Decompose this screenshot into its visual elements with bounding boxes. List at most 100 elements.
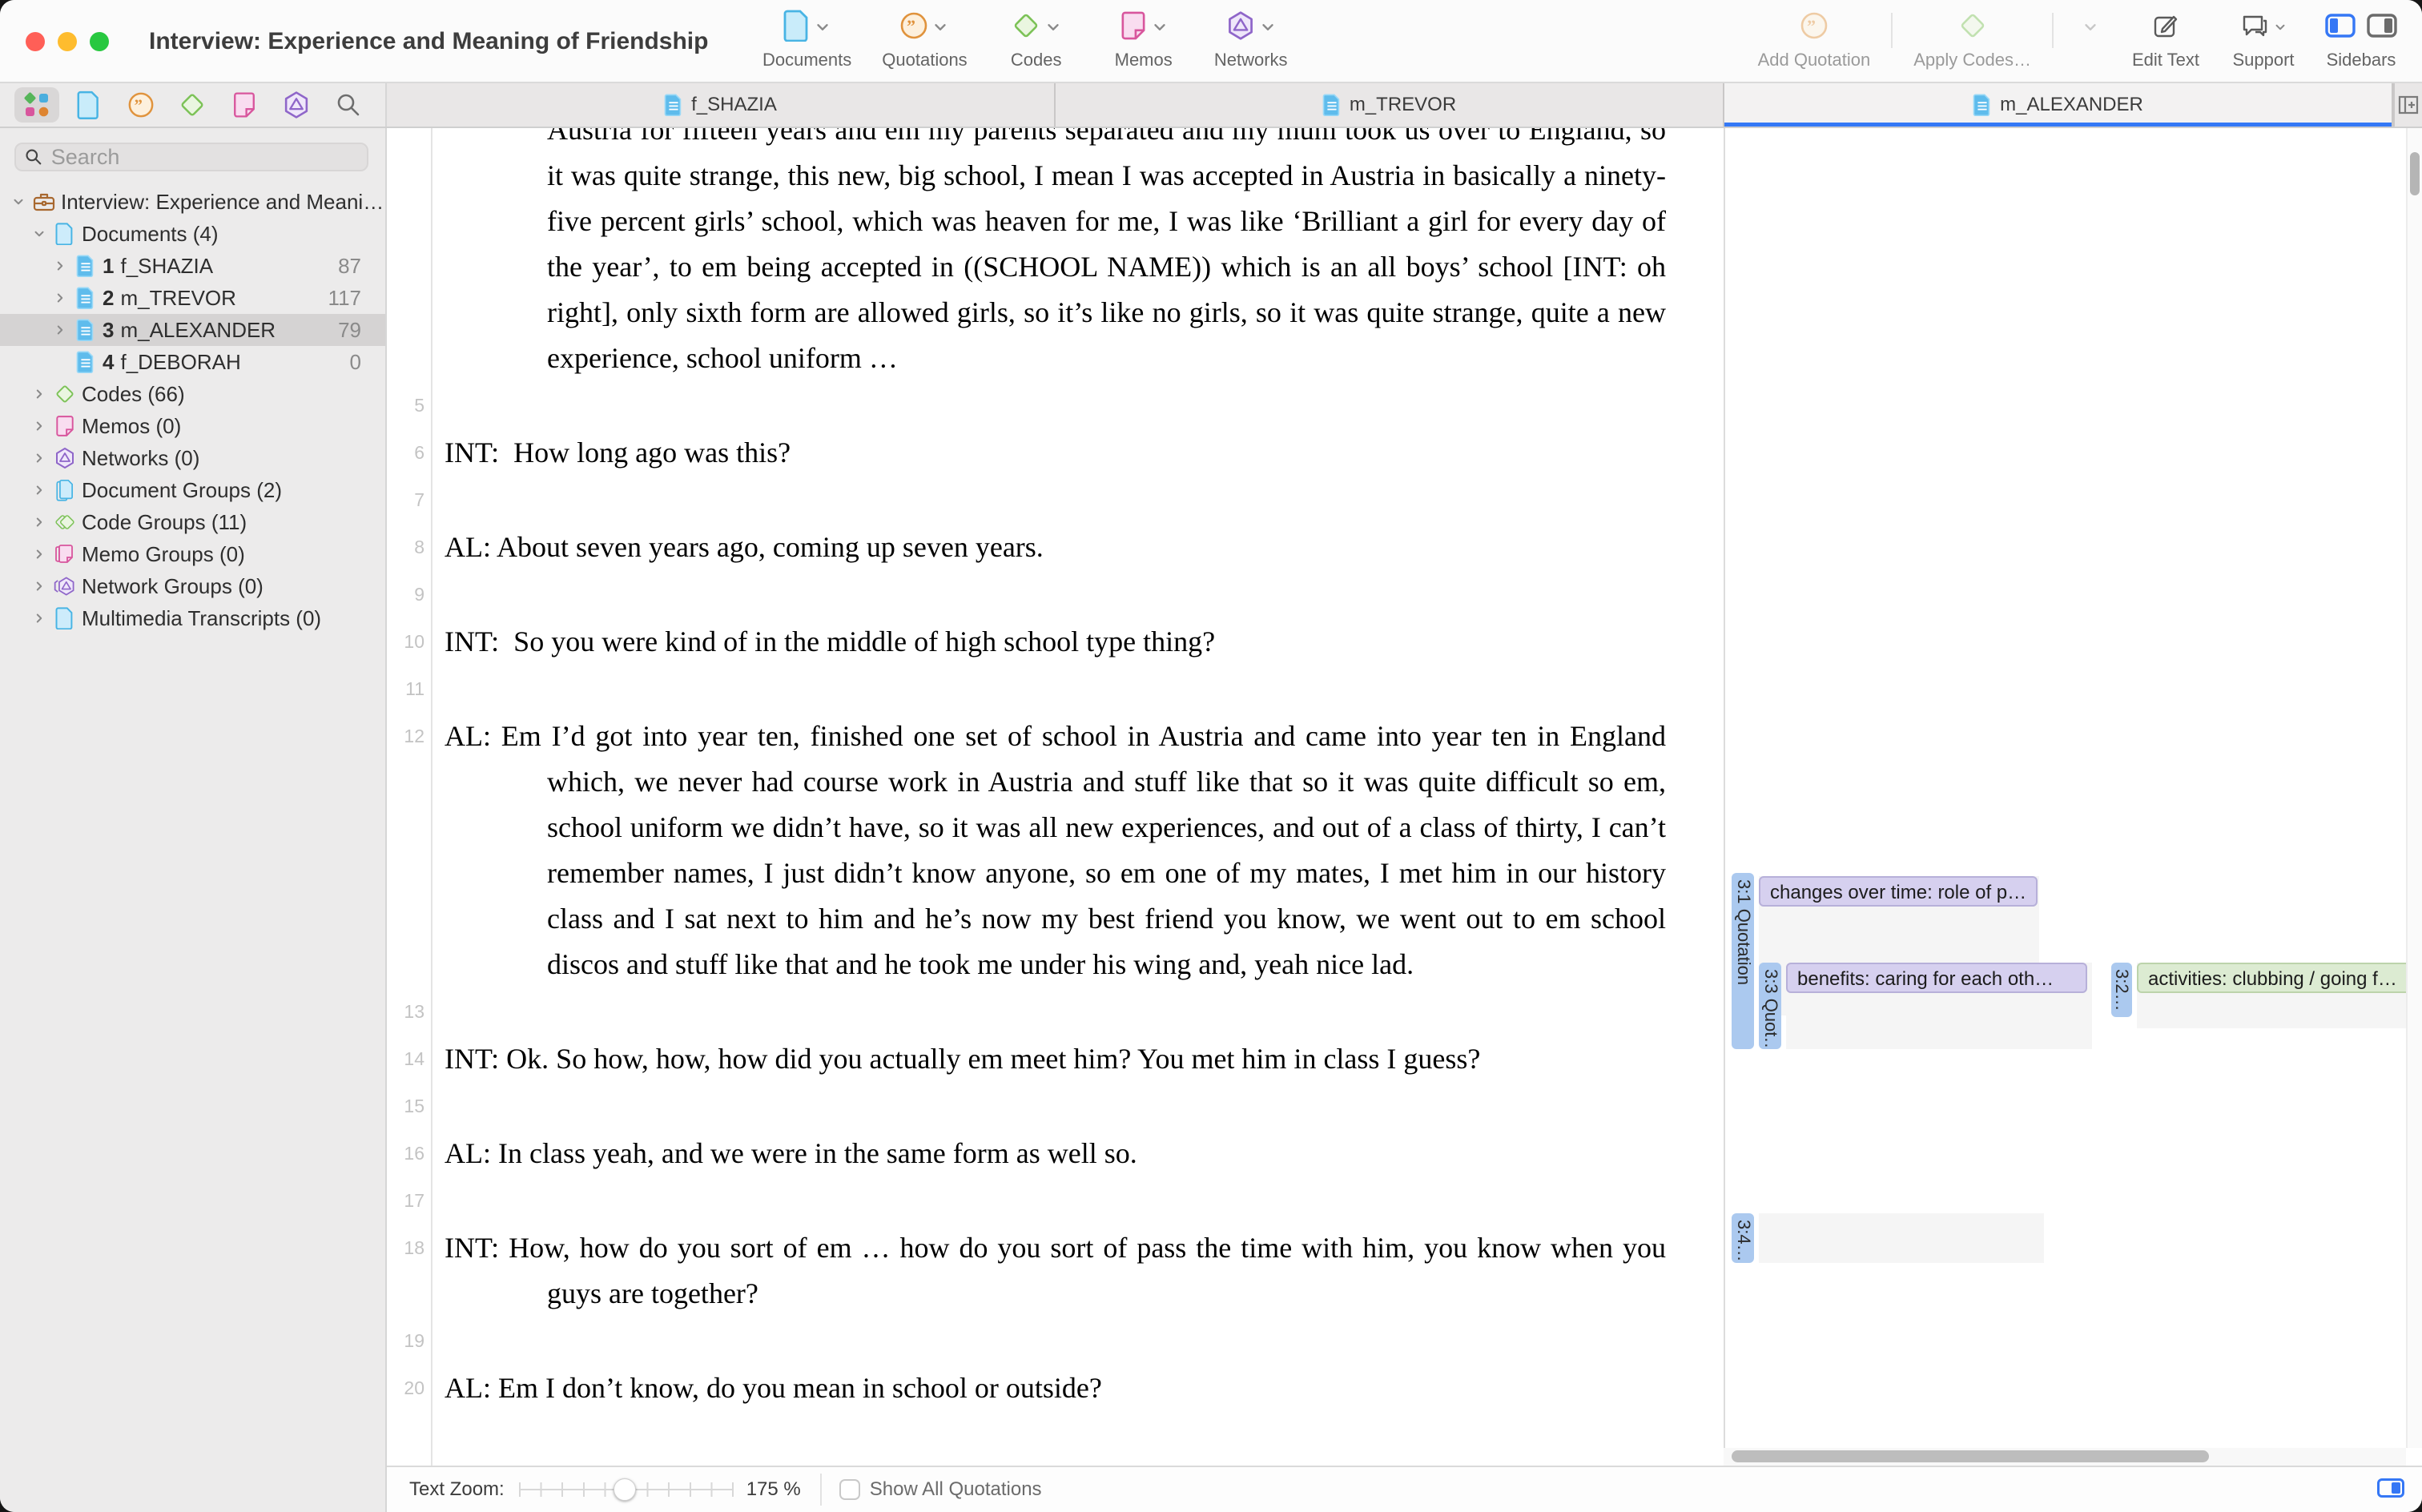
slider-knob[interactable] <box>614 1478 636 1501</box>
text-zoom-slider[interactable] <box>519 1478 734 1502</box>
edit-text-button[interactable]: Edit Text <box>2127 6 2204 70</box>
quotation-bar-3-2[interactable]: 3:2… <box>2111 963 2132 1017</box>
split-view-button[interactable] <box>2393 83 2422 127</box>
tree-item-label: Documents (4) <box>82 222 219 247</box>
document-icon <box>77 90 101 119</box>
tree-item-documents[interactable]: Documents (4) <box>0 218 385 250</box>
chevron-right-icon <box>53 291 67 305</box>
code-label-activities-clubbing[interactable]: activities: clubbing / going f… <box>2137 963 2412 993</box>
tree-item-doc-3-selected[interactable]: 3 m_ALEXANDER 79 <box>0 314 385 346</box>
search-input[interactable] <box>50 144 359 171</box>
window-title: Interview: Experience and Meaning of Fri… <box>149 0 708 83</box>
documents-sidebar-tab-button[interactable] <box>66 87 111 123</box>
paragraph: 12AL: Em I’d got into year ten, finished… <box>387 714 1724 987</box>
tree-item-memo-groups[interactable]: Memo Groups (0) <box>0 538 385 570</box>
networks-sidebar-tab-button[interactable] <box>274 87 319 123</box>
quotations-button[interactable]: ” Quotations <box>882 6 967 70</box>
svg-text:”: ” <box>907 16 915 36</box>
network-group-icon <box>50 575 80 597</box>
toolbar-left-group: Documents ” Quotations Codes <box>762 6 1289 70</box>
tree-item-doc-1[interactable]: 1 f_SHAZIA 87 <box>0 250 385 282</box>
code-diamond-icon <box>1957 10 1988 45</box>
minimize-window-button[interactable] <box>58 32 77 51</box>
chevron-right-icon <box>32 579 46 593</box>
svg-text:”: ” <box>134 97 142 115</box>
quotation-count: 79 <box>338 318 385 343</box>
add-quotation-button[interactable]: ” Add Quotation <box>1758 6 1871 70</box>
project-explorer-tab-button[interactable] <box>14 87 59 123</box>
quotation-bar-3-4[interactable]: 3:4… <box>1732 1213 1754 1263</box>
memo-group-icon <box>50 543 80 565</box>
tree-item-network-groups[interactable]: Network Groups (0) <box>0 570 385 602</box>
network-icon <box>50 447 80 469</box>
paragraph: 11 <box>387 666 1724 712</box>
document-text-icon <box>70 319 101 341</box>
tree-item-codes[interactable]: Codes (66) <box>0 378 385 410</box>
tree-item-multimedia-transcripts[interactable]: Multimedia Transcripts (0) <box>0 602 385 634</box>
quotation-bar-3-1[interactable]: 3:1 Quotation <box>1732 873 1754 1049</box>
memos-button-label: Memos <box>1115 50 1173 70</box>
tree-item-label: Networks (0) <box>82 446 199 471</box>
text-zoom-value: 175 % <box>746 1478 801 1501</box>
project-explorer-sidebar: Interview: Experience and Meaning… Docum… <box>0 128 387 1512</box>
show-all-quotations-checkbox[interactable] <box>839 1479 860 1500</box>
documents-button[interactable]: Documents <box>762 6 851 70</box>
tree-item-code-groups[interactable]: Code Groups (11) <box>0 506 385 538</box>
chevron-down-icon <box>2082 18 2099 36</box>
support-button[interactable]: Support <box>2225 6 2302 70</box>
document-text-icon <box>70 351 101 373</box>
horizontal-scrollbar-thumb[interactable] <box>1732 1450 2209 1462</box>
tab-m-alexander[interactable]: m_ALEXANDER <box>1724 83 2393 127</box>
tree-item-memos[interactable]: Memos (0) <box>0 410 385 442</box>
tree-item-doc-2[interactable]: 2 m_TREVOR 117 <box>0 282 385 314</box>
memos-button[interactable]: Memos <box>1105 6 1182 70</box>
text-zoom-label: Text Zoom: <box>409 1478 505 1501</box>
codes-button-label: Codes <box>1011 50 1062 70</box>
tab-f-shazia[interactable]: f_SHAZIA <box>387 83 1056 127</box>
tab-label: f_SHAZIA <box>691 94 777 116</box>
paragraph: Austria for fifteen years and em my pare… <box>387 128 1724 381</box>
apply-codes-dropdown-button[interactable] <box>2074 6 2106 70</box>
tab-m-trevor[interactable]: m_TREVOR <box>1056 83 1724 127</box>
paragraph: 19 <box>387 1318 1724 1364</box>
apply-codes-button[interactable]: Apply Codes… <box>1913 6 2031 70</box>
toolbar-separator <box>2052 13 2054 48</box>
toolbar-right-group: ” Add Quotation Apply Codes… <box>1758 6 2400 70</box>
tree-item-label: Document Groups (2) <box>82 478 282 503</box>
code-label-benefits-caring[interactable]: benefits: caring for each oth… <box>1786 963 2087 993</box>
paragraph: 9 <box>387 572 1724 617</box>
tree-item-label: Code Groups (11) <box>82 510 247 535</box>
support-label: Support <box>2232 50 2294 70</box>
document-text: Austria for fifteen years and em my pare… <box>387 128 1724 1460</box>
quotation-bar-3-3[interactable]: 3:3 Quot… <box>1759 963 1781 1049</box>
networks-button[interactable]: Networks <box>1213 6 1289 70</box>
doc-name: f_DEBORAH <box>120 350 240 375</box>
tree-item-document-groups[interactable]: Document Groups (2) <box>0 474 385 506</box>
doc-number: 1 <box>103 254 114 279</box>
document-icon <box>50 607 80 629</box>
left-sidebar-toggle[interactable] <box>2325 14 2356 42</box>
close-window-button[interactable] <box>26 32 45 51</box>
code-group-icon <box>50 511 80 533</box>
zoom-window-button[interactable] <box>90 32 109 51</box>
vertical-scrollbar-thumb[interactable] <box>2410 152 2420 195</box>
right-sidebar-toggle[interactable] <box>2367 14 2397 42</box>
paragraph: 13 <box>387 989 1724 1035</box>
quotation-icon: ” <box>899 11 928 44</box>
code-label-changes-over-time[interactable]: changes over time: role of p… <box>1759 876 2038 907</box>
quotations-button-label: Quotations <box>882 50 967 70</box>
margin-panel-toggle-icon[interactable] <box>2377 1478 2404 1498</box>
memos-sidebar-tab-button[interactable] <box>222 87 267 123</box>
codes-sidebar-tab-button[interactable] <box>170 87 215 123</box>
codes-button[interactable]: Codes <box>998 6 1075 70</box>
tree-item-doc-4[interactable]: 4 f_DEBORAH 0 <box>0 346 385 378</box>
search-sidebar-tab-button[interactable] <box>326 87 371 123</box>
quotation-icon: ” <box>1800 11 1829 44</box>
document-text-icon <box>1322 94 1342 116</box>
tree-item-networks[interactable]: Networks (0) <box>0 442 385 474</box>
quotations-sidebar-tab-button[interactable]: ” <box>119 87 163 123</box>
documents-button-label: Documents <box>762 50 851 70</box>
document-icon <box>50 223 80 245</box>
tree-item-project[interactable]: Interview: Experience and Meaning… <box>0 186 385 218</box>
tree-item-label: Memo Groups (0) <box>82 542 245 567</box>
